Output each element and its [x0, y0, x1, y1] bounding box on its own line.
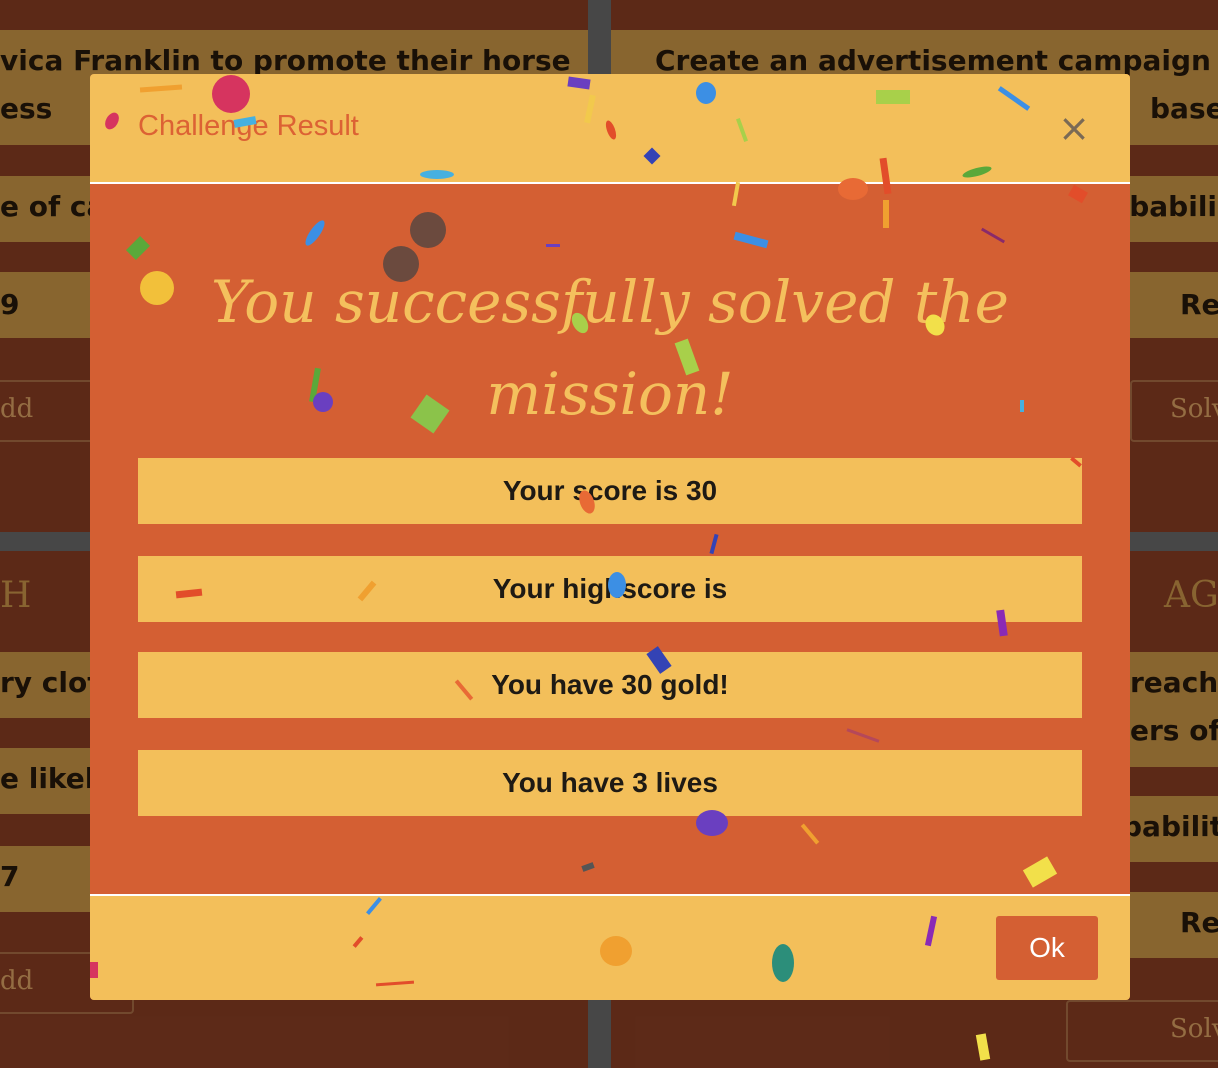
modal-footer: Ok	[90, 894, 1130, 1000]
score-stat: Your score is 30	[138, 458, 1082, 524]
highscore-stat: Your highscore is	[138, 556, 1082, 622]
challenge-result-modal: Challenge Result × You successfully solv…	[90, 74, 1130, 1000]
close-icon[interactable]: ×	[1052, 108, 1096, 152]
modal-title: Challenge Result	[138, 110, 359, 142]
ok-button[interactable]: Ok	[996, 916, 1098, 980]
success-headline: You successfully solved the mission!	[211, 268, 1009, 428]
gold-stat: You have 30 gold!	[138, 652, 1082, 718]
lives-stat: You have 3 lives	[138, 750, 1082, 816]
modal-body: You successfully solved the mission! You…	[90, 184, 1130, 894]
modal-header: Challenge Result ×	[90, 74, 1130, 184]
